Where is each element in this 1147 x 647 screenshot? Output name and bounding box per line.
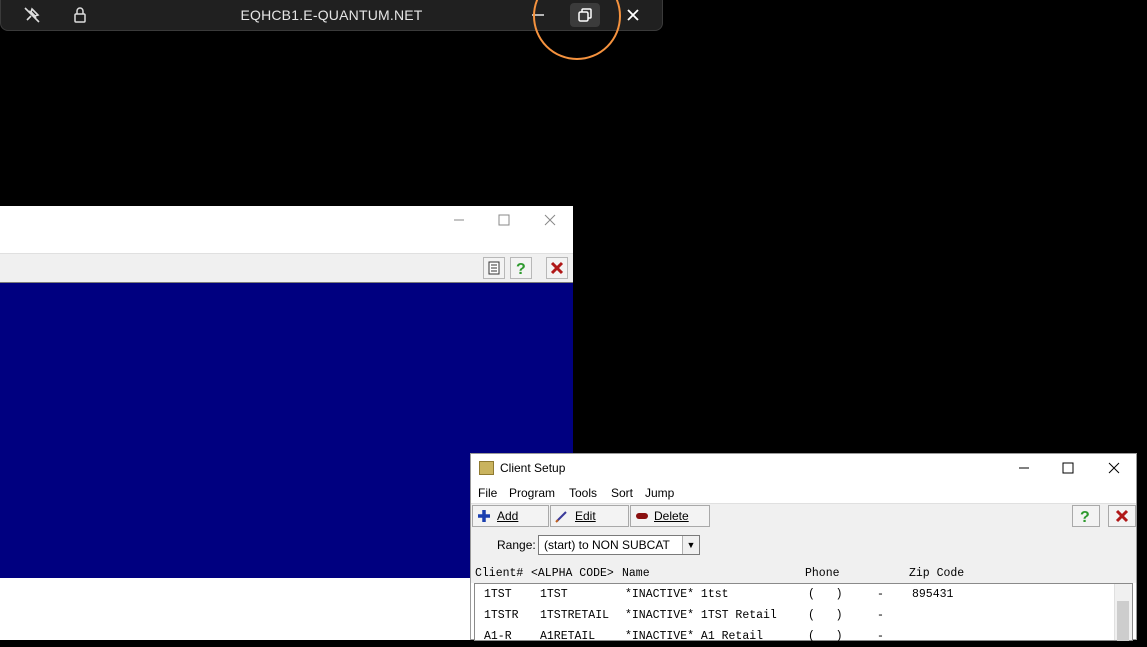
cell-name: *INACTIVE* 1TST Retail (625, 609, 777, 622)
exit-icon (1115, 509, 1129, 523)
column-header: Client# <ALPHA CODE> Name Phone Zip Code (471, 561, 1136, 583)
chevron-down-icon[interactable]: ▼ (682, 536, 699, 554)
col-client[interactable]: Client# (475, 567, 523, 580)
cell-name: *INACTIVE* 1tst (625, 588, 729, 601)
menu-sort[interactable]: Sort (611, 486, 633, 500)
col-name[interactable]: Name (622, 567, 650, 580)
cell-name: *INACTIVE* A1 Retail (625, 630, 764, 643)
menu-program[interactable]: Program (509, 486, 555, 500)
window-title: Client Setup (500, 461, 566, 475)
cell-client: 1TSTR (484, 609, 519, 622)
table-row[interactable]: 1TST 1TST *INACTIVE* 1tst ( ) - 895431 (475, 584, 1115, 605)
cell-alpha: 1TSTRETAIL (540, 609, 610, 622)
help-icon: ? (1080, 509, 1090, 524)
close-icon[interactable] (618, 3, 648, 27)
cell-phone: ( ) - (808, 630, 884, 643)
background-window-titlebar (0, 206, 573, 253)
client-toolbar: Add Edit Delete ? (471, 503, 1136, 529)
cell-alpha: A1RETAIL (540, 630, 596, 643)
table-row[interactable]: A1-R A1RETAIL *INACTIVE* A1 Retail ( ) - (475, 626, 1115, 647)
restore-icon[interactable] (570, 3, 600, 27)
close-icon[interactable] (1099, 454, 1129, 482)
minimize-icon[interactable] (523, 3, 553, 27)
client-list[interactable]: 1TST 1TST *INACTIVE* 1tst ( ) - 895431 1… (474, 583, 1133, 643)
edit-label: Edit (575, 509, 596, 523)
menu-jump[interactable]: Jump (645, 486, 674, 500)
notes-icon[interactable] (483, 257, 505, 279)
edit-button[interactable]: Edit (550, 505, 629, 527)
exit-button[interactable] (1108, 505, 1136, 527)
range-bar: Range: (start) to NON SUBCAT ▼ (471, 529, 1136, 561)
exit-icon[interactable] (546, 257, 568, 279)
menu-bar: File Program Tools Sort Jump (471, 483, 1136, 503)
cell-phone: ( ) - (808, 609, 884, 622)
col-alpha-code[interactable]: <ALPHA CODE> (531, 567, 614, 580)
delete-label: Delete (654, 509, 689, 523)
cell-phone: ( ) - (808, 588, 884, 601)
add-icon (477, 509, 491, 523)
svg-text:?: ? (1080, 509, 1090, 524)
menu-file[interactable]: File (478, 486, 497, 500)
col-zip[interactable]: Zip Code (909, 567, 964, 580)
client-setup-window: Client Setup File Program Tools Sort Jum… (470, 453, 1137, 643)
range-select[interactable]: (start) to NON SUBCAT ▼ (538, 535, 700, 555)
maximize-icon[interactable] (1053, 454, 1083, 482)
add-label: Add (497, 509, 519, 523)
cell-client: A1-R (484, 630, 512, 643)
delete-icon (635, 509, 649, 523)
client-setup-titlebar: Client Setup (471, 454, 1136, 483)
minimize-icon[interactable] (444, 206, 474, 234)
maximize-icon[interactable] (489, 206, 519, 234)
range-value: (start) to NON SUBCAT (544, 538, 670, 552)
help-button[interactable]: ? (1072, 505, 1100, 527)
close-icon[interactable] (535, 206, 565, 234)
table-row[interactable]: 1TSTR 1TSTRETAIL *INACTIVE* 1TST Retail … (475, 605, 1115, 626)
app-icon (479, 461, 494, 475)
remote-desktop-bar: EQHCB1.E-QUANTUM.NET (0, 0, 663, 31)
add-button[interactable]: Add (472, 505, 549, 527)
cell-alpha: 1TST (540, 588, 568, 601)
svg-text:?: ? (516, 261, 526, 276)
cell-zip: 895431 (912, 588, 954, 601)
vertical-scrollbar[interactable] (1114, 584, 1132, 641)
col-phone[interactable]: Phone (805, 567, 840, 580)
help-icon[interactable]: ? (510, 257, 532, 279)
scrollbar-thumb[interactable] (1117, 601, 1129, 641)
connection-title: EQHCB1.E-QUANTUM.NET (240, 7, 423, 23)
delete-button[interactable]: Delete (630, 505, 710, 527)
minimize-icon[interactable] (1009, 454, 1039, 482)
cell-client: 1TST (484, 588, 512, 601)
range-label: Range: (497, 538, 536, 552)
menu-tools[interactable]: Tools (569, 486, 597, 500)
pencil-icon (555, 509, 569, 523)
background-window-toolbar: ? (0, 253, 573, 282)
